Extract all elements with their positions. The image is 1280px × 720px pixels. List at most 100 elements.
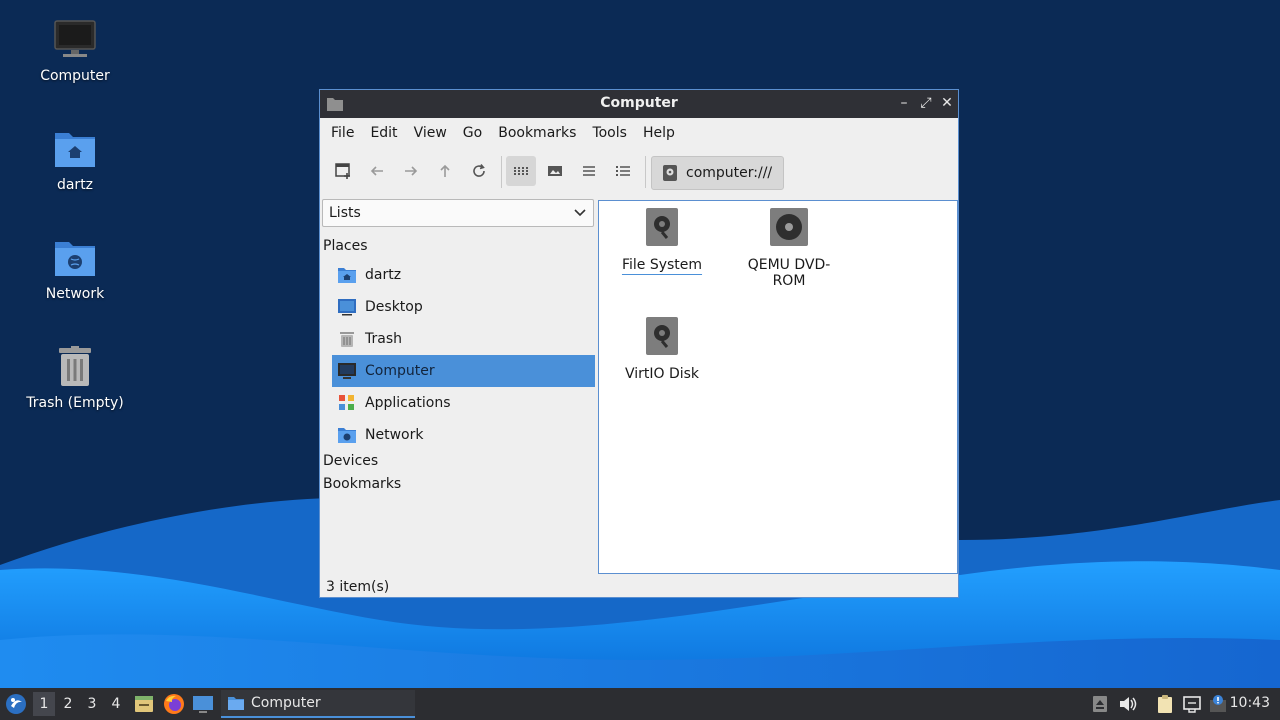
trash-icon — [59, 346, 91, 386]
drive-icon — [663, 165, 677, 181]
chevron-down-icon — [574, 209, 586, 217]
toolbar-separator — [645, 156, 646, 188]
firefox-launcher[interactable] — [163, 693, 185, 715]
workspace-4[interactable]: 4 — [105, 692, 127, 716]
place-item-applications[interactable]: Applications — [332, 387, 595, 419]
file-item-virtio-disk[interactable]: VirtIO Disk — [607, 316, 717, 382]
location-path: computer:/// — [686, 165, 773, 181]
place-label: Computer — [365, 363, 435, 379]
menu-file[interactable]: File — [324, 121, 361, 145]
menu-help[interactable]: Help — [636, 121, 682, 145]
forward-button[interactable] — [396, 156, 426, 186]
minimize-button[interactable]: – — [894, 93, 914, 113]
side-pane-mode-value: Lists — [329, 205, 361, 221]
toolbar-separator — [501, 156, 502, 188]
eject-icon — [1093, 696, 1107, 712]
computer-icon — [54, 20, 96, 57]
detailed-list-icon — [616, 166, 630, 176]
tray-notifications[interactable] — [1207, 693, 1229, 715]
list-icon — [583, 166, 595, 176]
tray-removable-media[interactable] — [1089, 693, 1111, 715]
place-label: Applications — [365, 395, 451, 411]
place-item-computer[interactable]: Computer — [332, 355, 595, 387]
window-title: Computer — [600, 95, 678, 111]
place-item-desktop[interactable]: Desktop — [332, 291, 595, 323]
show-desktop-icon — [135, 696, 153, 712]
file-manager-window: Computer – ⤢ ✕ File Edit View Go Bookmar… — [319, 89, 959, 598]
icon-view-button[interactable] — [506, 156, 536, 186]
firefox-icon — [164, 694, 184, 714]
place-item-trash[interactable]: Trash — [332, 323, 595, 355]
devices-header[interactable]: Devices — [323, 453, 378, 469]
tray-clipboard[interactable] — [1154, 693, 1176, 715]
side-pane-mode-select[interactable]: Lists — [322, 199, 594, 227]
drive-icon — [646, 317, 678, 355]
status-bar: 3 item(s) — [326, 579, 390, 595]
menu-edit[interactable]: Edit — [363, 121, 404, 145]
file-item-label: File System — [621, 257, 703, 273]
menu-view[interactable]: View — [407, 121, 454, 145]
new-tab-button[interactable] — [328, 156, 358, 186]
file-item-dvd-rom[interactable]: QEMU DVD-ROM — [734, 207, 844, 289]
place-item-network[interactable]: Network — [332, 419, 595, 451]
back-button[interactable] — [362, 156, 392, 186]
compact-view-button[interactable] — [574, 156, 604, 186]
tray-network[interactable] — [1181, 693, 1203, 715]
detailed-view-button[interactable] — [608, 156, 638, 186]
file-manager-launcher[interactable] — [192, 693, 214, 715]
optical-drive-icon — [770, 208, 808, 246]
toolbar — [320, 148, 958, 192]
notification-icon — [1210, 695, 1226, 712]
title-bar[interactable]: Computer – ⤢ ✕ — [320, 90, 958, 118]
volume-icon — [1120, 697, 1137, 711]
bookmarks-header[interactable]: Bookmarks — [323, 476, 401, 492]
places-header[interactable]: Places — [323, 238, 368, 254]
desktop-icon-network[interactable]: Network — [15, 236, 135, 302]
network-folder-icon — [55, 242, 95, 276]
desktop-icon-label: dartz — [56, 177, 94, 193]
grid-icon — [514, 167, 528, 175]
clipboard-icon — [1158, 695, 1172, 713]
arrow-up-icon — [440, 164, 450, 177]
workspace-2[interactable]: 2 — [57, 692, 79, 716]
file-item-file-system[interactable]: File System — [607, 207, 717, 273]
drive-icon — [646, 208, 678, 246]
show-desktop-button[interactable] — [133, 693, 155, 715]
menu-bookmarks[interactable]: Bookmarks — [491, 121, 583, 145]
workspace-1[interactable]: 1 — [33, 692, 55, 716]
parent-folder-button[interactable] — [430, 156, 460, 186]
place-label: dartz — [365, 267, 402, 283]
image-icon — [548, 166, 562, 176]
folder-view[interactable]: File System QEMU DVD-ROM VirtIO Disk — [598, 200, 958, 574]
reload-button[interactable] — [464, 156, 494, 186]
home-folder-icon — [55, 133, 95, 167]
clock[interactable]: 10:43 — [1230, 695, 1270, 711]
start-menu-button[interactable] — [4, 693, 28, 715]
taskbar: 1 2 3 4 Computer 10:43 — [0, 688, 1280, 720]
desktop-icon-computer[interactable]: Computer — [15, 18, 135, 84]
desktop-icon-label: Trash (Empty) — [26, 395, 124, 411]
reload-icon — [473, 164, 485, 177]
side-pane: Lists Places dartz Desktop Trash Compute… — [320, 198, 596, 576]
maximize-button[interactable]: ⤢ — [916, 93, 936, 113]
monitor-icon — [193, 696, 213, 713]
close-button[interactable]: ✕ — [937, 93, 957, 113]
desktop-icon-home[interactable]: dartz — [15, 127, 135, 193]
folder-icon — [228, 697, 244, 710]
place-label: Desktop — [365, 299, 423, 315]
computer-icon — [338, 363, 356, 379]
menu-tools[interactable]: Tools — [585, 121, 634, 145]
network-folder-icon — [338, 428, 356, 443]
arrow-right-icon — [405, 166, 418, 176]
desktop-icon-trash[interactable]: Trash (Empty) — [15, 345, 135, 411]
location-bar[interactable]: computer:/// — [651, 156, 784, 190]
trash-icon — [340, 332, 354, 347]
menu-go[interactable]: Go — [456, 121, 489, 145]
place-item-home[interactable]: dartz — [332, 259, 595, 291]
tray-volume[interactable] — [1117, 693, 1139, 715]
desktop-icon — [338, 299, 356, 316]
workspace-3[interactable]: 3 — [81, 692, 103, 716]
home-folder-icon — [338, 268, 356, 283]
thumbnail-view-button[interactable] — [540, 156, 570, 186]
taskbar-window-computer[interactable]: Computer — [221, 690, 415, 718]
